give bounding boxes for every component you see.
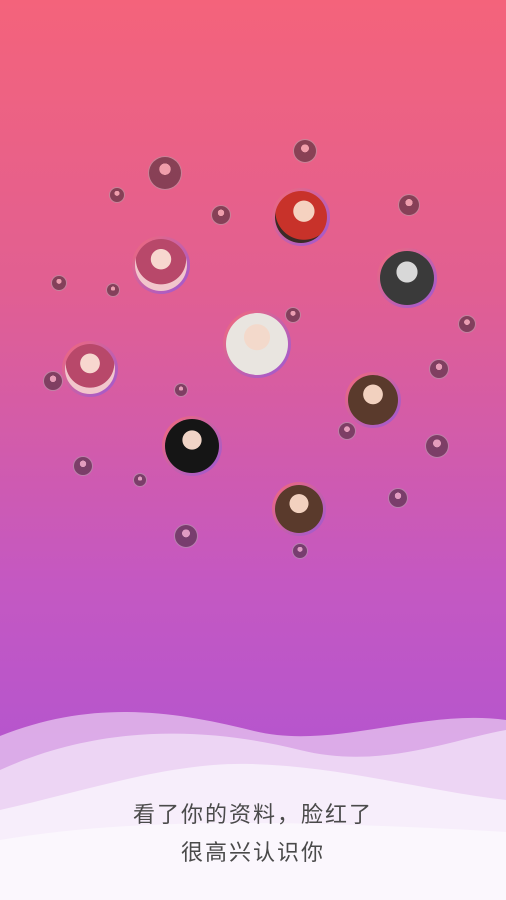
avatar-bubble-small [292, 543, 308, 559]
avatar-top-right-red[interactable] [272, 188, 330, 246]
avatar-right-middle[interactable] [345, 372, 401, 428]
avatar-bubble-small [338, 422, 356, 440]
avatar-bubble-small [43, 371, 63, 391]
avatar-bubble-small [398, 194, 420, 216]
avatar-bubble-small [174, 524, 198, 548]
avatar-bubble-small [51, 275, 67, 291]
avatar-bubble-small [174, 383, 188, 397]
splash-screen: 看了你的资料，脸红了 很高兴认识你 [0, 0, 506, 900]
avatar-left-pink[interactable] [132, 236, 190, 294]
avatar-bubble-small [109, 187, 125, 203]
avatar-bubble-small [148, 156, 182, 190]
avatar-bubble-small [388, 488, 408, 508]
avatar-bubble-small [425, 434, 449, 458]
avatar-bubble-small [211, 205, 231, 225]
avatar-bubble-small [285, 307, 301, 323]
avatar-left-middle[interactable] [62, 341, 118, 397]
avatar-bubble-small [429, 359, 449, 379]
avatar-center-dark[interactable] [162, 416, 222, 476]
avatar-bubble-small [293, 139, 317, 163]
caption-line-1: 看了你的资料，脸红了 [132, 803, 373, 828]
avatar-bottom-center[interactable] [272, 482, 326, 536]
avatar-bubble-small [73, 456, 93, 476]
caption-line-2: 很高兴认识你 [180, 841, 325, 866]
avatar-center-light[interactable] [223, 310, 291, 378]
avatar-bubble-small [106, 283, 120, 297]
avatar-bubble-small [133, 473, 147, 487]
avatar-bubble-field [0, 0, 506, 720]
avatar-bubble-small [458, 315, 476, 333]
avatar-right-monochrome[interactable] [377, 248, 437, 308]
